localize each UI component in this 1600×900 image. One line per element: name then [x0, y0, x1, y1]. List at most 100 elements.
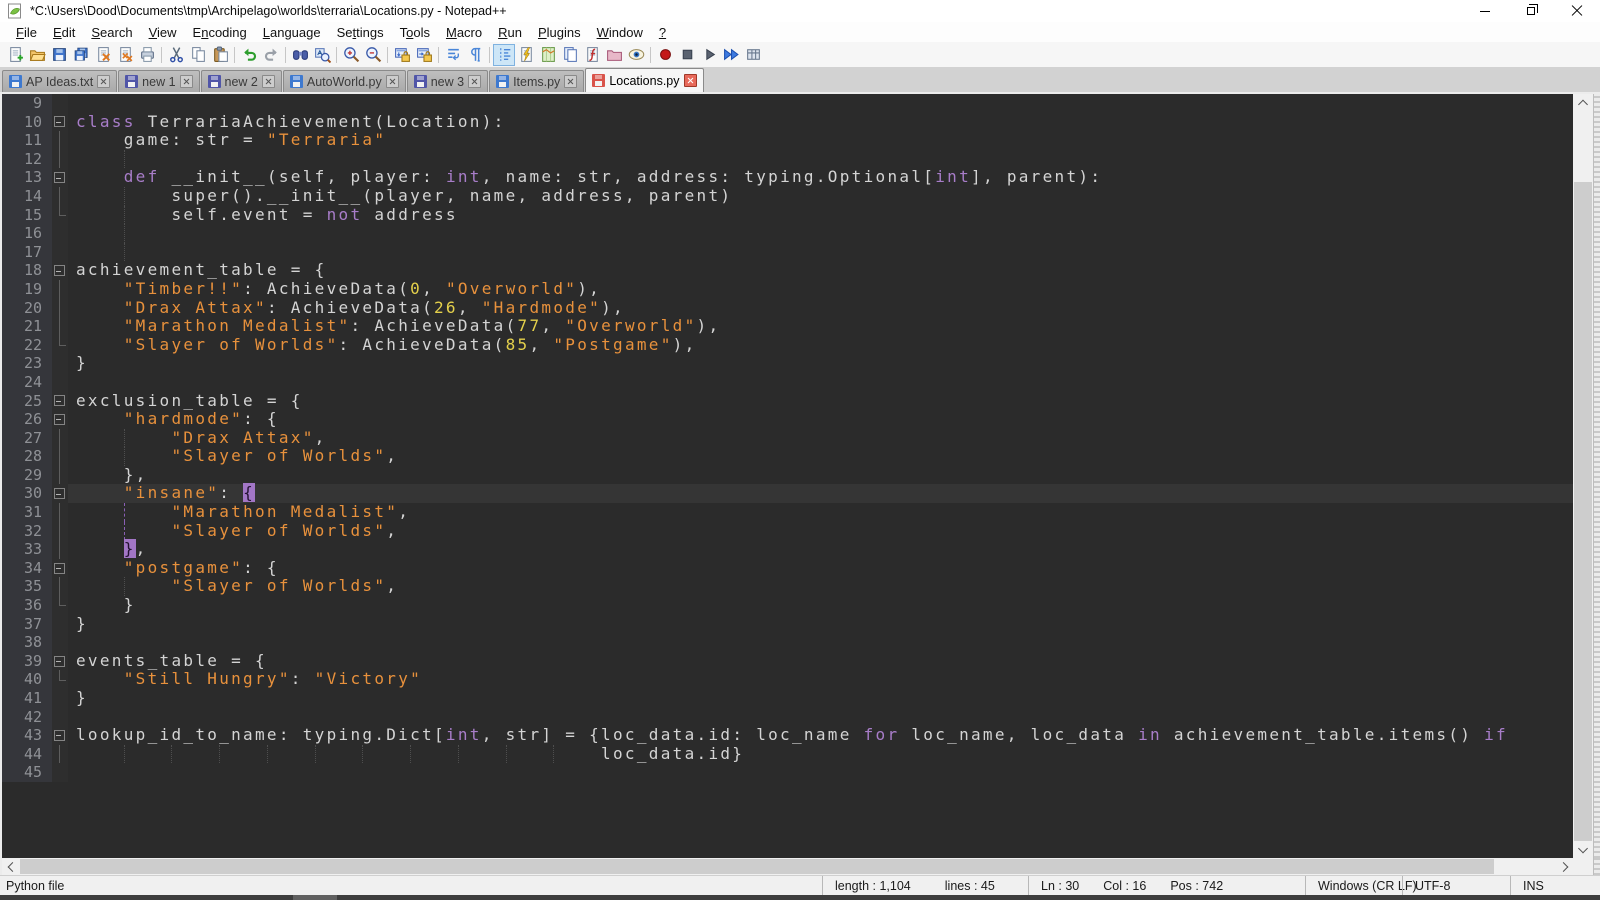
horizontal-scroll-thumb[interactable]	[20, 859, 1494, 874]
code-line-41[interactable]: 41}	[2, 689, 1573, 708]
status-encoding[interactable]: UTF-8	[1402, 876, 1510, 895]
tab-new-3[interactable]: new 3	[407, 70, 488, 92]
menu-run[interactable]: Run	[490, 23, 530, 42]
code-line-26[interactable]: 26 "hardmode": {	[2, 410, 1573, 429]
find-icon[interactable]	[289, 44, 311, 66]
code-text[interactable]	[68, 243, 1573, 262]
code-text[interactable]: "Timber!!": AchieveData(0, "Overworld"),	[68, 280, 1573, 299]
close-all-icon[interactable]	[114, 44, 136, 66]
tab-new-2[interactable]: new 2	[201, 70, 282, 92]
menu-macro[interactable]: Macro	[438, 23, 490, 42]
tab-close-new-1[interactable]	[180, 75, 193, 88]
menu-language[interactable]: Language	[255, 23, 329, 42]
code-line-10[interactable]: 10class TerrariaAchievement(Location):	[2, 113, 1573, 132]
code-text[interactable]: }	[68, 596, 1573, 615]
fold-toggle-icon[interactable]	[52, 484, 68, 503]
code-line-22[interactable]: 22 "Slayer of Worlds": AchieveData(85, "…	[2, 336, 1573, 355]
tab-close-autoworld-py[interactable]	[386, 75, 399, 88]
code-line-35[interactable]: 35 "Slayer of Worlds",	[2, 577, 1573, 596]
minimize-button[interactable]	[1462, 0, 1508, 22]
fold-toggle-icon[interactable]	[52, 168, 68, 187]
code-line-44[interactable]: 44 loc_data.id}	[2, 745, 1573, 764]
open-file-icon[interactable]	[26, 44, 48, 66]
scroll-down-arrow-icon[interactable]	[1573, 841, 1593, 858]
save-icon[interactable]	[48, 44, 70, 66]
code-line-40[interactable]: 40 "Still Hungry": "Victory"	[2, 670, 1573, 689]
macro-stop-icon[interactable]	[676, 44, 698, 66]
code-line-16[interactable]: 16	[2, 224, 1573, 243]
fold-toggle-icon[interactable]	[52, 410, 68, 429]
code-line-17[interactable]: 17	[2, 243, 1573, 262]
code-text[interactable]	[68, 150, 1573, 169]
code-line-32[interactable]: 32 "Slayer of Worlds",	[2, 522, 1573, 541]
fold-toggle-icon[interactable]	[52, 113, 68, 132]
close-button[interactable]	[1554, 0, 1600, 22]
zoom-in-icon[interactable]	[340, 44, 362, 66]
code-text[interactable]: game: str = "Terraria"	[68, 131, 1573, 150]
code-text[interactable]: achievement_table = {	[68, 261, 1573, 280]
code-line-23[interactable]: 23}	[2, 354, 1573, 373]
code-line-38[interactable]: 38	[2, 633, 1573, 652]
code-line-42[interactable]: 42	[2, 708, 1573, 727]
code-line-43[interactable]: 43lookup_id_to_name: typing.Dict[int, st…	[2, 726, 1573, 745]
redo-icon[interactable]	[260, 44, 282, 66]
file-monitoring-icon[interactable]	[625, 44, 647, 66]
menu-search[interactable]: Search	[83, 23, 140, 42]
macro-save-icon[interactable]	[742, 44, 764, 66]
menu-edit[interactable]: Edit	[45, 23, 83, 42]
tab-locations-py[interactable]: Locations.py	[585, 68, 703, 92]
menu-window[interactable]: Window	[589, 23, 651, 42]
code-text[interactable]: "Still Hungry": "Victory"	[68, 670, 1573, 689]
code-text[interactable]: self.event = not address	[68, 206, 1573, 225]
code-line-19[interactable]: 19 "Timber!!": AchieveData(0, "Overworld…	[2, 280, 1573, 299]
replace-icon[interactable]	[311, 44, 333, 66]
code-text[interactable]	[68, 763, 1573, 782]
menu-tools[interactable]: Tools	[392, 23, 438, 42]
code-text[interactable]	[68, 708, 1573, 727]
tab-close-new-3[interactable]	[468, 75, 481, 88]
tab-new-1[interactable]: new 1	[118, 70, 199, 92]
scroll-up-arrow-icon[interactable]	[1573, 94, 1593, 111]
scroll-right-arrow-icon[interactable]	[1556, 858, 1573, 875]
code-text[interactable]: "Drax Attax",	[68, 429, 1573, 448]
tab-autoworld-py[interactable]: AutoWorld.py	[283, 70, 406, 92]
code-text[interactable]: "Drax Attax": AchieveData(26, "Hardmode"…	[68, 299, 1573, 318]
vertical-scrollbar[interactable]	[1573, 94, 1593, 858]
sync-vertical-scroll-icon[interactable]	[391, 44, 413, 66]
code-text[interactable]: class TerrariaAchievement(Location):	[68, 113, 1573, 132]
tab-close-items-py[interactable]	[564, 75, 577, 88]
tab-items-py[interactable]: Items.py	[489, 70, 584, 92]
code-line-34[interactable]: 34 "postgame": {	[2, 559, 1573, 578]
code-text[interactable]: "hardmode": {	[68, 410, 1573, 429]
code-line-36[interactable]: 36 }	[2, 596, 1573, 615]
menu-encoding[interactable]: Encoding	[185, 23, 255, 42]
undo-icon[interactable]	[238, 44, 260, 66]
code-text[interactable]: lookup_id_to_name: typing.Dict[int, str]…	[68, 726, 1573, 745]
tab-close-ap-ideas-txt[interactable]	[97, 75, 110, 88]
code-line-39[interactable]: 39events_table = {	[2, 652, 1573, 671]
code-text[interactable]: super().__init__(player, name, address, …	[68, 187, 1573, 206]
status-eol-format[interactable]: Windows (CR LF)	[1305, 876, 1402, 895]
code-text[interactable]: loc_data.id}	[68, 745, 1573, 764]
code-line-28[interactable]: 28 "Slayer of Worlds",	[2, 447, 1573, 466]
code-text[interactable]: "Slayer of Worlds": AchieveData(85, "Pos…	[68, 336, 1573, 355]
code-line-13[interactable]: 13 def __init__(self, player: int, name:…	[2, 168, 1573, 187]
code-line-33[interactable]: 33 },	[2, 540, 1573, 559]
code-line-24[interactable]: 24	[2, 373, 1573, 392]
cut-icon[interactable]	[165, 44, 187, 66]
sync-horizontal-scroll-icon[interactable]	[413, 44, 435, 66]
code-line-11[interactable]: 11 game: str = "Terraria"	[2, 131, 1573, 150]
macro-play-icon[interactable]	[698, 44, 720, 66]
macro-record-icon[interactable]	[654, 44, 676, 66]
fold-toggle-icon[interactable]	[52, 392, 68, 411]
code-text[interactable]: },	[68, 466, 1573, 485]
show-all-characters-icon[interactable]	[464, 44, 486, 66]
code-text[interactable]	[68, 224, 1573, 243]
code-line-27[interactable]: 27 "Drax Attax",	[2, 429, 1573, 448]
function-list-icon[interactable]	[581, 44, 603, 66]
save-all-icon[interactable]	[70, 44, 92, 66]
scroll-left-arrow-icon[interactable]	[2, 858, 19, 875]
code-editor[interactable]: 910class TerrariaAchievement(Location):1…	[0, 94, 1573, 858]
new-file-icon[interactable]	[4, 44, 26, 66]
code-text[interactable]: },	[68, 540, 1573, 559]
